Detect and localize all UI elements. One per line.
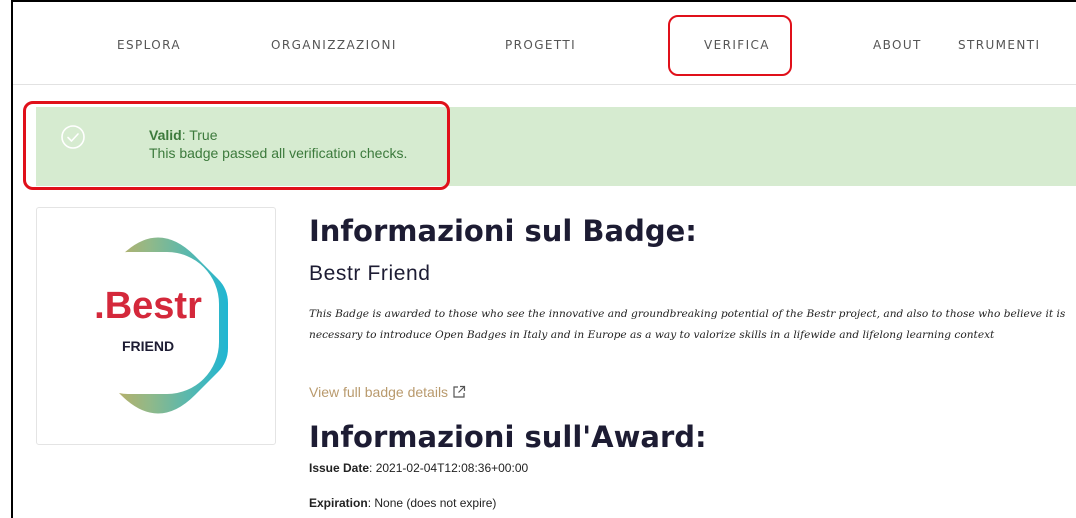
external-link-icon [453,385,466,398]
expiration-row: Expiration: None (does not expire) [309,496,496,510]
nav-item-about[interactable]: ABOUT [873,38,922,52]
award-info-heading: Informazioni sull'Award: [309,420,707,454]
view-badge-details-link[interactable]: View full badge details [309,384,466,400]
badge-description: This Badge is awarded to those who see t… [309,308,1066,341]
nav-item-strumenti[interactable]: STRUMENTI [958,38,1040,52]
badge-image-card: .Bestr FRIEND [36,207,276,445]
expiration-value: : None (does not expire) [367,496,497,510]
highlight-alert [23,101,450,190]
badge-name: Bestr Friend [309,262,431,285]
issue-date-value: : 2021-02-04T12:08:36+00:00 [369,461,529,475]
badge-logo-subtext: FRIEND [122,338,174,354]
nav-item-organizzazioni[interactable]: ORGANIZZAZIONI [271,38,397,52]
expiration-label: Expiration [309,496,368,510]
badge-info-heading: Informazioni sul Badge: [309,214,697,248]
issue-date-label: Issue Date [309,461,370,475]
badge-image: .Bestr FRIEND [77,237,228,414]
nav-item-progetti[interactable]: PROGETTI [505,38,576,52]
issue-date-row: Issue Date: 2021-02-04T12:08:36+00:00 [309,461,528,475]
top-navigation: ESPLORA ORGANIZZAZIONI PROGETTI VERIFICA… [13,2,1076,85]
highlight-verifica [668,15,792,76]
badge-logo-text: .Bestr [94,285,202,327]
view-badge-details-label: View full badge details [309,384,449,400]
nav-item-esplora[interactable]: ESPLORA [117,38,181,52]
